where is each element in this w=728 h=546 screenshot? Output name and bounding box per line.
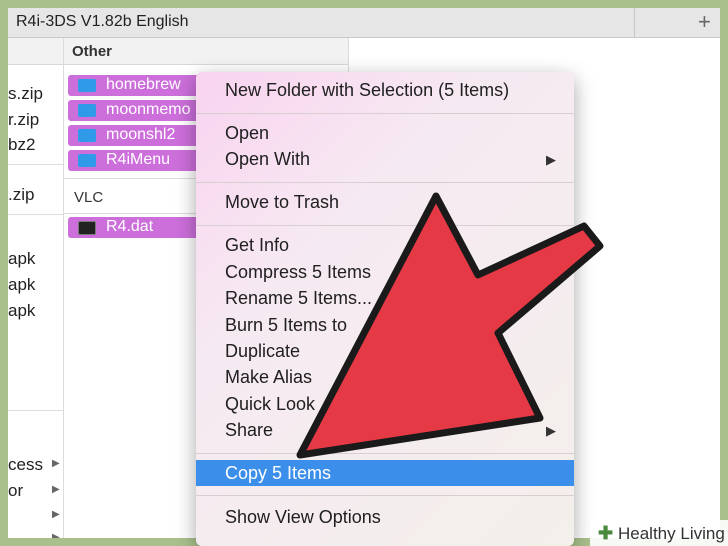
tab-bar: R4i-3DS V1.82b English +	[8, 8, 720, 38]
menu-item-quick-look[interactable]: Quick Look	[196, 391, 574, 417]
folder-icon	[78, 104, 96, 117]
menu-item-make-alias[interactable]: Make Alias	[196, 364, 574, 390]
list-item[interactable]: .zip	[8, 185, 34, 205]
menu-item-new-folder[interactable]: New Folder with Selection (5 Items)	[196, 77, 574, 103]
menu-item-open-with[interactable]: Open With ▶	[196, 146, 574, 172]
menu-item-label: Open With	[225, 149, 311, 169]
file-name: moonshl2	[106, 126, 176, 143]
menu-item-label: Show View Options	[225, 507, 381, 527]
menu-item-rename[interactable]: Rename 5 Items...	[196, 285, 574, 311]
menu-item-label: Make Alias	[225, 367, 313, 387]
menu-item-open[interactable]: Open	[196, 120, 574, 146]
menu-item-label: Copy 5 Items	[225, 463, 332, 483]
new-tab-icon[interactable]: +	[698, 9, 711, 35]
chevron-right-icon: ▶	[546, 423, 556, 438]
menu-item-burn[interactable]: Burn 5 Items to	[196, 312, 574, 338]
divider	[8, 214, 63, 215]
frame-background: R4i-3DS V1.82b English + s.zip r.zip bz2…	[0, 0, 728, 546]
menu-item-label: Burn 5 Items to	[225, 315, 348, 335]
list-item[interactable]: apk	[8, 275, 35, 295]
menu-separator	[196, 225, 574, 226]
list-item[interactable]: bz2	[8, 135, 35, 155]
file-name: R4iMenu	[106, 151, 171, 168]
list-item[interactable]: apk	[8, 301, 35, 321]
menu-item-duplicate[interactable]: Duplicate	[196, 338, 574, 364]
column-header	[8, 38, 64, 65]
folder-icon	[78, 129, 96, 142]
group-label: VLC	[74, 189, 104, 206]
chevron-right-icon: ▶	[52, 532, 60, 538]
chevron-right-icon: ▶	[546, 152, 556, 167]
window-title: R4i-3DS V1.82b English	[16, 13, 189, 30]
folder-icon	[78, 79, 96, 92]
menu-item-compress[interactable]: Compress 5 Items	[196, 259, 574, 285]
list-item[interactable]: or	[8, 481, 23, 501]
menu-item-label: Open	[225, 123, 270, 143]
list-item[interactable]: r.zip	[8, 110, 39, 130]
menu-item-label: Move to Trash	[225, 192, 340, 212]
menu-separator	[196, 113, 574, 114]
divider	[8, 410, 63, 411]
menu-item-label: Duplicate	[225, 341, 301, 361]
menu-item-label: New Folder with Selection (5 Items)	[225, 80, 510, 100]
menu-separator	[196, 495, 574, 496]
menu-item-label: Get Info	[225, 235, 290, 255]
folder-icon	[78, 154, 96, 167]
left-column: s.zip r.zip bz2 .zip apk apk apk cess ▶ …	[8, 38, 64, 538]
menu-item-share[interactable]: Share ▶	[196, 417, 574, 443]
chevron-right-icon: ▶	[52, 509, 60, 520]
list-item[interactable]: apk	[8, 249, 35, 269]
menu-item-copy[interactable]: Copy 5 Items	[196, 460, 574, 486]
file-name: R4.dat	[106, 218, 154, 235]
column-header-label: Other	[72, 43, 113, 60]
divider	[8, 164, 63, 165]
menu-item-label: Quick Look	[225, 394, 316, 414]
tab-divider	[634, 8, 635, 37]
menu-item-label: Share	[225, 420, 274, 440]
menu-item-label: Rename 5 Items...	[225, 288, 373, 308]
list-item[interactable]: cess	[8, 455, 43, 475]
watermark-text: Healthy Living	[618, 524, 725, 543]
column-header: Other	[64, 38, 348, 65]
watermark: ✚ Healthy Living	[590, 520, 728, 546]
file-name: moonmemo	[106, 101, 191, 118]
chevron-right-icon: ▶	[52, 484, 60, 495]
chevron-right-icon: ▶	[52, 458, 60, 469]
file-name: homebrew	[106, 76, 181, 93]
plus-cross-icon: ✚	[598, 523, 614, 543]
menu-item-move-to-trash[interactable]: Move to Trash	[196, 189, 574, 215]
list-item[interactable]: s.zip	[8, 84, 43, 104]
context-menu: New Folder with Selection (5 Items) Open…	[196, 72, 574, 546]
menu-separator	[196, 182, 574, 183]
file-icon	[78, 221, 96, 235]
menu-item-get-info[interactable]: Get Info	[196, 232, 574, 258]
menu-item-show-view-options[interactable]: Show View Options	[196, 504, 574, 530]
menu-item-label: Compress 5 Items	[225, 262, 372, 282]
menu-separator	[196, 453, 574, 454]
